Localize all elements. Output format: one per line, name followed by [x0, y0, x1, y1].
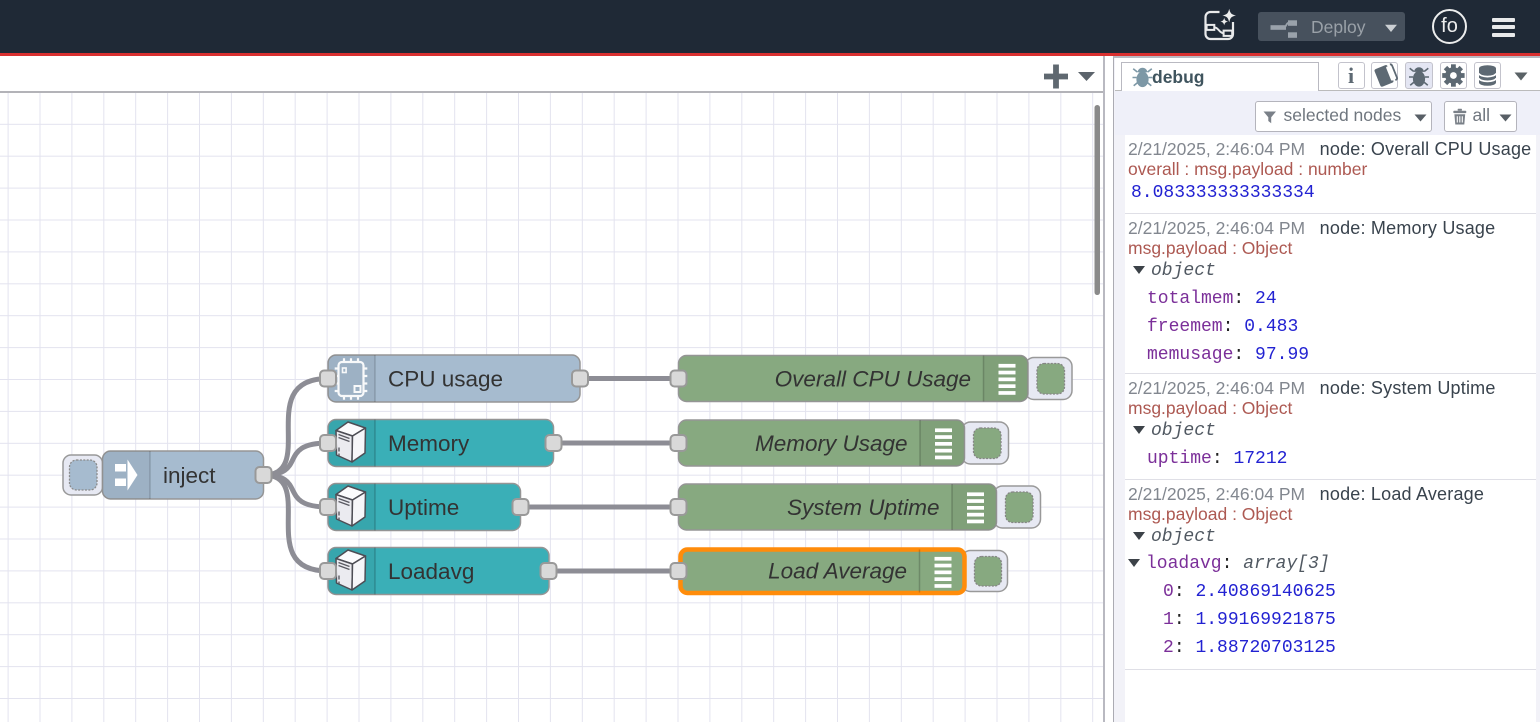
- svg-text:Load Average: Load Average: [768, 559, 907, 584]
- svg-text:Loadavg: Loadavg: [388, 559, 474, 584]
- svg-text:inject: inject: [163, 463, 216, 488]
- svg-text:Memory: Memory: [388, 431, 470, 456]
- svg-text:CPU usage: CPU usage: [388, 367, 503, 392]
- svg-text:i: i: [1348, 63, 1354, 88]
- svg-text:Memory Usage: Memory Usage: [755, 431, 908, 456]
- svg-text:Uptime: Uptime: [388, 495, 459, 520]
- svg-text:System Uptime: System Uptime: [787, 495, 940, 520]
- svg-text:Overall CPU Usage: Overall CPU Usage: [775, 367, 971, 392]
